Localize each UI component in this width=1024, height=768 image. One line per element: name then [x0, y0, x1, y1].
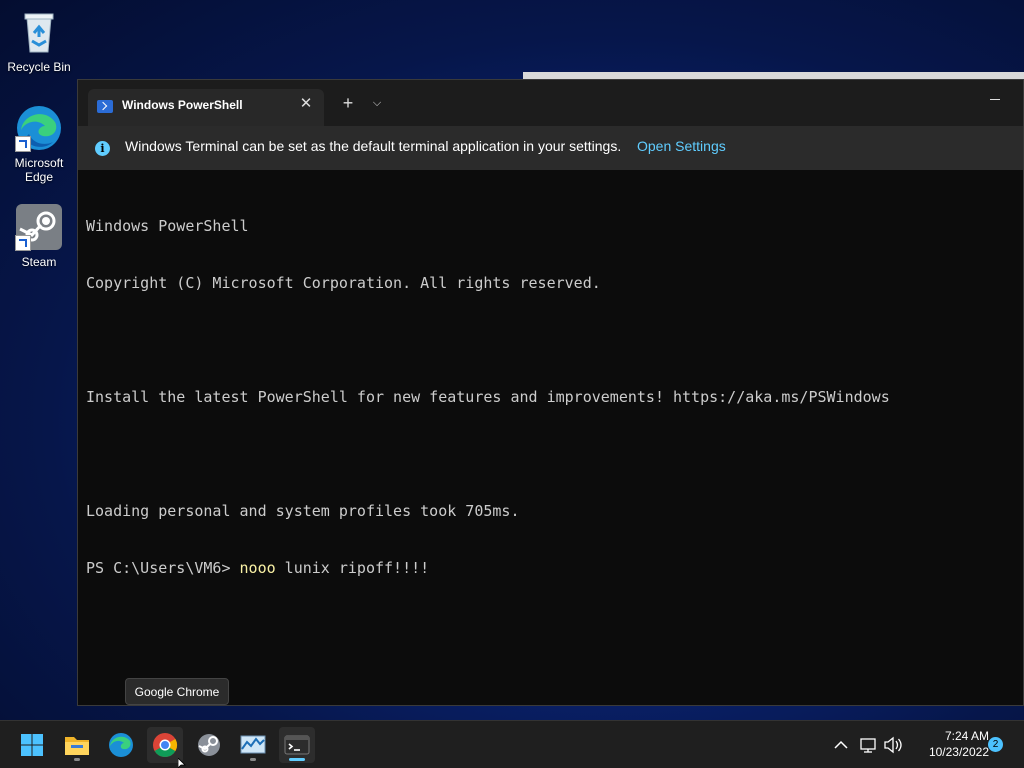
- running-indicator: [250, 758, 256, 761]
- open-settings-link[interactable]: Open Settings: [637, 138, 726, 154]
- desktop-icon-edge[interactable]: Microsoft Edge: [4, 104, 74, 184]
- default-terminal-infobar: i Windows Terminal can be set as the def…: [78, 126, 1023, 170]
- network-icon: [860, 738, 876, 753]
- chrome-tooltip: Google Chrome: [125, 678, 229, 705]
- notification-badge[interactable]: 2: [988, 737, 1003, 752]
- chevron-down-icon[interactable]: ⌵: [368, 93, 386, 113]
- console-line: Install the latest PowerShell for new fe…: [86, 388, 890, 406]
- network-button[interactable]: [858, 727, 880, 763]
- terminal-window[interactable]: Windows PowerShell ✕ + ⌵ i Windows Termi…: [77, 79, 1024, 706]
- minimize-button[interactable]: [985, 88, 1005, 108]
- edge-icon: [15, 104, 63, 152]
- shortcut-arrow-icon: [15, 235, 31, 251]
- tab-title: Windows PowerShell: [122, 98, 243, 112]
- taskbar-steam[interactable]: [191, 727, 227, 763]
- desktop-icon-label: Recycle Bin: [7, 60, 71, 74]
- clock-date: 10/23/2022: [928, 745, 989, 759]
- infobar-message: Windows Terminal can be set as the defau…: [125, 138, 622, 154]
- show-hidden-icons-button[interactable]: [830, 727, 852, 763]
- taskbar-edge[interactable]: [103, 727, 139, 763]
- speaker-icon: [884, 736, 902, 754]
- taskbar-file-explorer[interactable]: [59, 727, 95, 763]
- clock-time: 7:24 AM: [944, 729, 989, 743]
- desktop-icon-recycle-bin[interactable]: Recycle Bin: [4, 8, 74, 74]
- running-indicator: [74, 758, 80, 761]
- console-line: Windows PowerShell: [86, 217, 249, 235]
- taskbar-task-manager[interactable]: [235, 727, 271, 763]
- prompt: PS C:\Users\VM6>: [86, 559, 240, 577]
- close-tab-icon[interactable]: ✕: [297, 95, 315, 113]
- desktop-icon-label: Steam: [21, 255, 57, 269]
- edge-icon: [109, 733, 133, 757]
- console-output[interactable]: Windows PowerShell Copyright (C) Microso…: [86, 179, 1023, 616]
- steam-icon: [198, 734, 220, 756]
- console-line: Loading personal and system profiles too…: [86, 502, 520, 520]
- title-bar[interactable]: Windows PowerShell ✕ + ⌵: [78, 80, 1023, 126]
- clock[interactable]: 7:24 AM 10/23/2022: [905, 728, 989, 760]
- steam-icon: [15, 203, 63, 251]
- taskbar-terminal[interactable]: [279, 727, 315, 763]
- windows-logo-icon: [21, 734, 43, 756]
- info-icon: i: [95, 141, 110, 156]
- console-line: Copyright (C) Microsoft Corporation. All…: [86, 274, 601, 292]
- tab-powershell[interactable]: Windows PowerShell ✕: [88, 89, 324, 126]
- taskbar: 7:24 AM 10/23/2022: [0, 720, 1024, 768]
- powershell-icon: [97, 100, 113, 113]
- mouse-cursor-icon: [178, 758, 186, 768]
- command-args: lunix ripoff!!!!: [275, 559, 430, 577]
- desktop-icon-steam[interactable]: Steam: [4, 203, 74, 269]
- recycle-bin-icon: [15, 8, 63, 56]
- new-tab-button[interactable]: +: [338, 93, 358, 113]
- shortcut-arrow-icon: [15, 136, 31, 152]
- volume-button[interactable]: [882, 727, 904, 763]
- desktop-icon-label: Microsoft Edge: [14, 156, 64, 184]
- chevron-up-icon: [834, 740, 848, 749]
- command-line[interactable]: PS C:\Users\VM6> nooo lunix ripoff!!!!: [86, 559, 1023, 578]
- command-keyword: nooo: [239, 559, 276, 577]
- active-indicator: [289, 758, 305, 761]
- start-button[interactable]: [14, 727, 50, 763]
